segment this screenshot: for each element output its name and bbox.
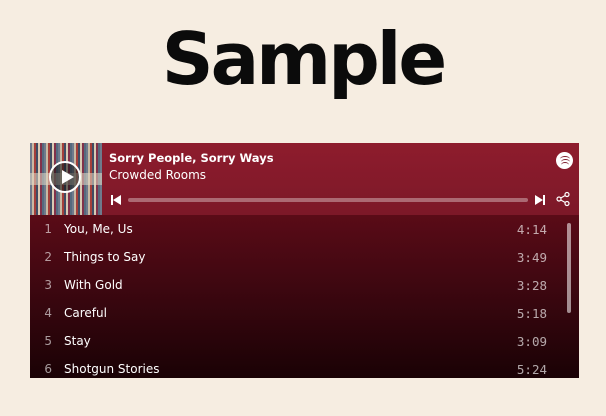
track-row[interactable]: 5 Stay 3:09 <box>30 327 566 355</box>
track-number: 1 <box>44 222 52 236</box>
track-name: Stay <box>64 334 91 348</box>
track-duration: 3:28 <box>516 278 547 293</box>
track-number: 2 <box>44 250 52 264</box>
track-list-scrollbar[interactable] <box>567 223 571 313</box>
track-name: Shotgun Stories <box>64 362 160 376</box>
artist-name[interactable]: Crowded Rooms <box>109 168 206 182</box>
share-icon[interactable] <box>555 191 571 207</box>
track-row[interactable]: 3 With Gold 3:28 <box>30 271 566 299</box>
spotify-icon[interactable] <box>556 152 573 169</box>
track-duration: 3:09 <box>516 334 547 349</box>
track-duration: 3:49 <box>516 250 547 265</box>
skip-next-icon[interactable] <box>533 195 545 205</box>
track-row[interactable]: 1 You, Me, Us 4:14 <box>30 215 566 243</box>
track-list: 1 You, Me, Us 4:14 2 Things to Say 3:49 … <box>30 215 579 378</box>
skip-previous-icon[interactable] <box>111 195 123 205</box>
spotify-wave <box>561 162 569 168</box>
player-header: Sorry People, Sorry Ways Crowded Rooms <box>30 143 579 215</box>
track-number: 6 <box>44 362 52 376</box>
page-heading: Sample <box>161 17 448 101</box>
track-number: 4 <box>44 306 52 320</box>
track-name: With Gold <box>64 278 123 292</box>
track-row[interactable]: 6 Shotgun Stories 5:24 <box>30 355 566 378</box>
track-duration: 5:24 <box>516 362 547 377</box>
spotify-embed-player: Sorry People, Sorry Ways Crowded Rooms 1… <box>30 143 579 378</box>
track-number: 3 <box>44 278 52 292</box>
album-cover[interactable] <box>30 143 102 215</box>
track-name: You, Me, Us <box>64 222 133 236</box>
play-button[interactable] <box>49 161 81 193</box>
track-duration: 5:18 <box>516 306 547 321</box>
track-row[interactable]: 2 Things to Say 3:49 <box>30 243 566 271</box>
track-name: Careful <box>64 306 107 320</box>
progress-bar[interactable] <box>128 198 528 202</box>
track-number: 5 <box>44 334 52 348</box>
track-title[interactable]: Sorry People, Sorry Ways <box>109 151 274 165</box>
track-row[interactable]: 4 Careful 5:18 <box>30 299 566 327</box>
track-name: Things to Say <box>64 250 146 264</box>
track-duration: 4:14 <box>516 222 547 237</box>
play-icon <box>62 170 74 184</box>
